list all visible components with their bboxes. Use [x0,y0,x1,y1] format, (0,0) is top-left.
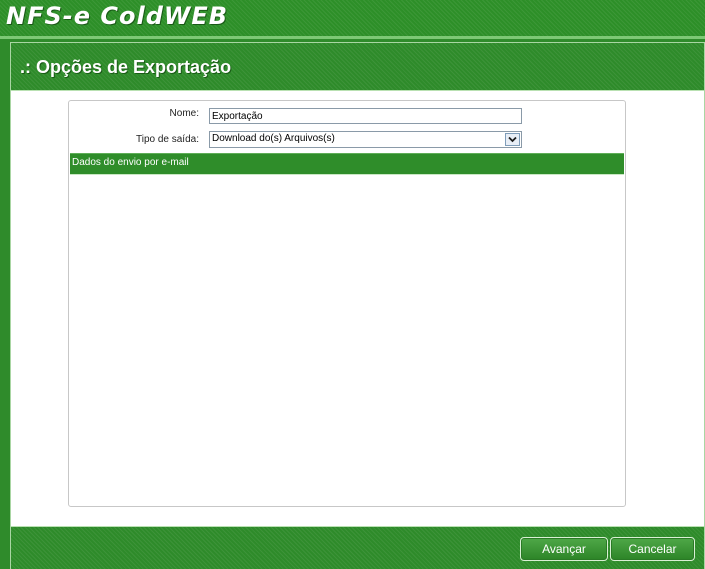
output-type-select[interactable]: Download do(s) Arquivos(s) [209,131,522,148]
app-title: NFS-e ColdWEB [6,2,229,30]
email-section-title: Dados do envio por e-mail [72,157,189,168]
panel-title: .: Opções de Exportação [20,57,232,77]
export-options-panel: .: Opções de Exportação Nome: Tipo de sa… [10,42,705,569]
cancel-button[interactable]: Cancelar [610,537,695,561]
output-type-label: Tipo de saída: [135,134,199,145]
export-form: Nome: Tipo de saída: Download do(s) Arqu… [68,100,626,507]
header-divider [0,36,705,39]
advance-button[interactable]: Avançar [520,537,608,561]
panel-footer: Avançar Cancelar [11,526,704,569]
name-input[interactable] [209,108,522,124]
panel-header: .: Opções de Exportação [11,43,704,91]
name-label: Nome: [169,108,199,119]
chevron-down-icon[interactable] [505,133,520,146]
output-type-selected-value: Download do(s) Arquivos(s) [212,133,335,144]
panel-body: Nome: Tipo de saída: Download do(s) Arqu… [16,91,699,525]
app-header: NFS-e ColdWEB [0,0,705,36]
email-section-header: Dados do envio por e-mail [70,153,624,175]
